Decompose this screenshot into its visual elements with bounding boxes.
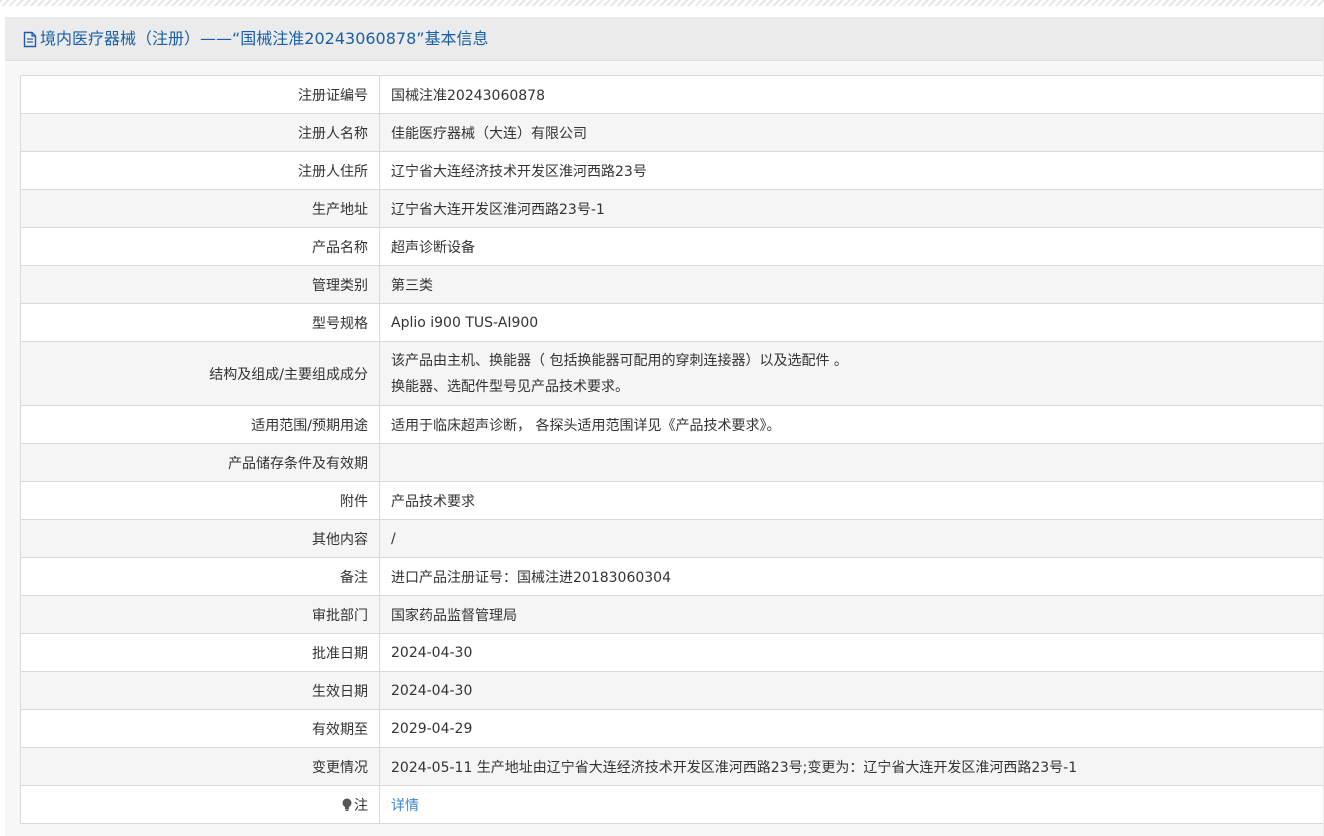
document-icon xyxy=(23,31,37,48)
table-row: 产品名称 超声诊断设备 xyxy=(20,227,1324,266)
row-label: 生效日期 xyxy=(20,671,380,710)
table-row: 型号规格 Aplio i900 TUS-AI900 xyxy=(20,303,1324,342)
row-value: 佳能医疗器械（大连）有限公司 xyxy=(379,113,1324,152)
row-label: 注册证编号 xyxy=(20,75,380,114)
table-row: 注册证编号 国械注准20243060878 xyxy=(20,75,1324,114)
row-label: 备注 xyxy=(20,557,380,596)
table-row: 变更情况 2024-05-11 生产地址由辽宁省大连经济技术开发区淮河西路23号… xyxy=(20,747,1324,786)
row-label: 产品名称 xyxy=(20,227,380,266)
top-decorative-stripe xyxy=(0,0,1324,6)
note-label-cell: 注 xyxy=(20,785,380,824)
row-label: 管理类别 xyxy=(20,265,380,304)
row-value: 适用于临床超声诊断， 各探头适用范围详见《产品技术要求》。 xyxy=(379,405,1324,444)
row-value: / xyxy=(379,519,1324,558)
table-row: 注册人住所 辽宁省大连经济技术开发区淮河西路23号 xyxy=(20,151,1324,190)
table-row: 结构及组成/主要组成成分 该产品由主机、换能器（ 包括换能器可配用的穿刺连接器）… xyxy=(20,341,1324,406)
table-row: 产品储存条件及有效期 xyxy=(20,443,1324,482)
row-value-line: 该产品由主机、换能器（ 包括换能器可配用的穿刺连接器）以及选配件 。 xyxy=(391,352,848,369)
table-row: 管理类别 第三类 xyxy=(20,265,1324,304)
row-label: 有效期至 xyxy=(20,709,380,748)
table-row: 备注 进口产品注册证号：国械注进20183060304 xyxy=(20,557,1324,596)
table-row: 有效期至 2029-04-29 xyxy=(20,709,1324,748)
row-value-line: 换能器、选配件型号见产品技术要求。 xyxy=(391,378,629,395)
page: 境内医疗器械（注册）——“国械注准20243060878”基本信息 注册证编号 … xyxy=(0,0,1324,836)
row-value xyxy=(379,443,1324,482)
row-label: 注 xyxy=(354,797,368,814)
row-value: 详情 xyxy=(379,785,1324,824)
row-value: Aplio i900 TUS-AI900 xyxy=(379,303,1324,342)
row-value: 2024-04-30 xyxy=(379,633,1324,672)
registration-info-table: 注册证编号 国械注准20243060878 注册人名称 佳能医疗器械（大连）有限… xyxy=(20,75,1324,824)
row-label: 其他内容 xyxy=(20,519,380,558)
table-row: 生产地址 辽宁省大连开发区淮河西路23号-1 xyxy=(20,189,1324,228)
table-row: 生效日期 2024-04-30 xyxy=(20,671,1324,710)
row-value: 国械注准20243060878 xyxy=(379,75,1324,114)
table-row: 适用范围/预期用途 适用于临床超声诊断， 各探头适用范围详见《产品技术要求》。 xyxy=(20,405,1324,444)
row-label: 适用范围/预期用途 xyxy=(20,405,380,444)
row-value: 国家药品监督管理局 xyxy=(379,595,1324,634)
panel-header: 境内医疗器械（注册）——“国械注准20243060878”基本信息 xyxy=(5,17,1324,61)
row-value: 该产品由主机、换能器（ 包括换能器可配用的穿刺连接器）以及选配件 。 换能器、选… xyxy=(379,341,1324,406)
row-label: 注册人住所 xyxy=(20,151,380,190)
row-value: 2024-04-30 xyxy=(379,671,1324,710)
row-label: 注册人名称 xyxy=(20,113,380,152)
row-value: 2024-05-11 生产地址由辽宁省大连经济技术开发区淮河西路23号;变更为：… xyxy=(379,747,1324,786)
row-value: 第三类 xyxy=(379,265,1324,304)
table-row: 注册人名称 佳能医疗器械（大连）有限公司 xyxy=(20,113,1324,152)
row-value: 进口产品注册证号：国械注进20183060304 xyxy=(379,557,1324,596)
row-label: 型号规格 xyxy=(20,303,380,342)
row-label: 产品储存条件及有效期 xyxy=(20,443,380,482)
page-title: 境内医疗器械（注册）——“国械注准20243060878”基本信息 xyxy=(40,29,489,48)
row-value: 产品技术要求 xyxy=(379,481,1324,520)
row-value: 辽宁省大连开发区淮河西路23号-1 xyxy=(379,189,1324,228)
row-value: 辽宁省大连经济技术开发区淮河西路23号 xyxy=(379,151,1324,190)
row-label: 审批部门 xyxy=(20,595,380,634)
row-label: 变更情况 xyxy=(20,747,380,786)
row-label: 批准日期 xyxy=(20,633,380,672)
table-row: 附件 产品技术要求 xyxy=(20,481,1324,520)
table-row: 审批部门 国家药品监督管理局 xyxy=(20,595,1324,634)
row-value: 2029-04-29 xyxy=(379,709,1324,748)
details-link[interactable]: 详情 xyxy=(391,798,419,814)
row-label: 生产地址 xyxy=(20,189,380,228)
row-label: 结构及组成/主要组成成分 xyxy=(20,341,380,406)
table-row: 注 详情 xyxy=(20,785,1324,824)
row-value: 超声诊断设备 xyxy=(379,227,1324,266)
table-row: 批准日期 2024-04-30 xyxy=(20,633,1324,672)
row-label: 附件 xyxy=(20,481,380,520)
lightbulb-icon xyxy=(342,798,352,811)
table-row: 其他内容 / xyxy=(20,519,1324,558)
